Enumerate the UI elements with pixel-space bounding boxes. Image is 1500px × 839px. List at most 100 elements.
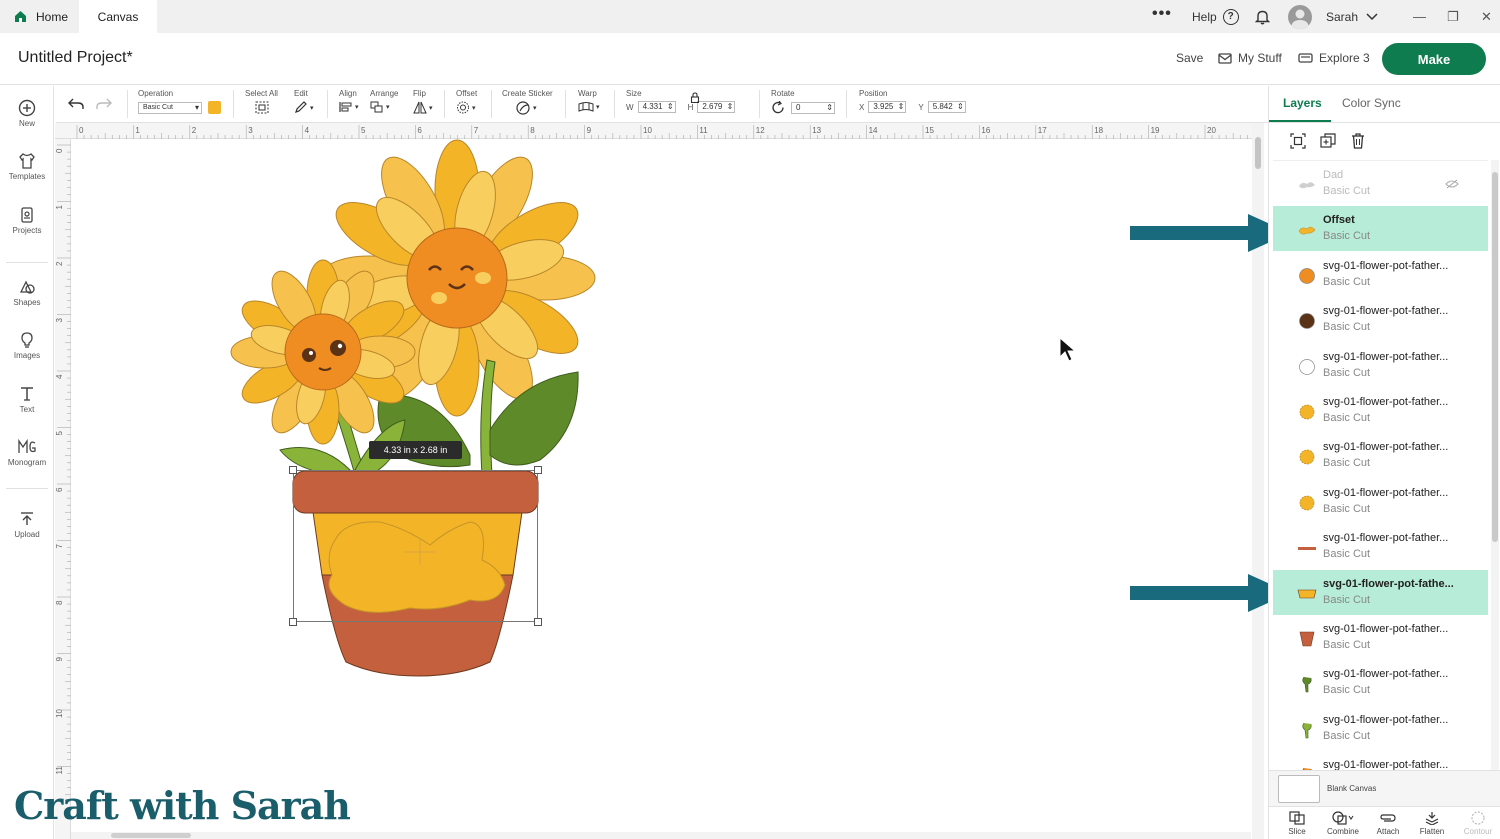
y-input[interactable]: 5.842: [927, 101, 966, 113]
notifications-button[interactable]: [1255, 0, 1270, 33]
layer-thumbnail-icon: [1299, 313, 1315, 329]
layer-row[interactable]: svg-01-flower-pot-father...Basic Cut: [1273, 524, 1488, 569]
sidebar-item-shapes[interactable]: Shapes: [0, 278, 54, 307]
ruler-tick-label: 5: [361, 126, 366, 135]
machine-select-button[interactable]: Explore 3: [1298, 51, 1370, 65]
flatten-button[interactable]: Flatten: [1410, 811, 1454, 836]
x-input[interactable]: 3.925: [868, 101, 907, 113]
duplicate-icon: [1320, 133, 1336, 148]
sidebar-item-upload[interactable]: Upload: [0, 510, 54, 539]
warp-button[interactable]: Warp ▾: [578, 89, 600, 113]
align-button[interactable]: Align ▾: [339, 89, 359, 113]
create-sticker-button[interactable]: Create Sticker ▾: [502, 89, 553, 115]
resize-handle-top-right[interactable]: [534, 466, 542, 474]
x-label: X: [859, 102, 865, 112]
height-input[interactable]: 2.679: [697, 101, 736, 113]
layer-row[interactable]: Dad Basic Cut: [1273, 161, 1488, 206]
duplicate-button[interactable]: [1313, 132, 1343, 150]
project-title[interactable]: Untitled Project*: [18, 49, 133, 67]
resize-handle-bottom-left[interactable]: [289, 618, 297, 626]
toolbar-divider: [444, 90, 445, 118]
tab-layers[interactable]: Layers: [1283, 96, 1322, 110]
sidebar-item-text[interactable]: Text: [0, 385, 54, 414]
ruler-tick-label: 4: [55, 374, 64, 379]
save-button[interactable]: Save: [1176, 51, 1203, 65]
tab-canvas[interactable]: Canvas: [79, 0, 157, 33]
position-label: Position: [859, 89, 888, 98]
width-input[interactable]: 4.331: [637, 101, 676, 113]
eye-hidden-icon[interactable]: [1445, 179, 1459, 189]
sidebar-item-monogram[interactable]: Monogram: [0, 438, 54, 467]
rotate-control: Rotate 0: [771, 89, 835, 114]
restore-button[interactable]: ❐: [1447, 0, 1459, 33]
layer-operation: Basic Cut: [1323, 548, 1371, 560]
layer-name: svg-01-flower-pot-father...: [1323, 305, 1449, 317]
lock-proportions-button[interactable]: [690, 90, 700, 108]
layer-thumbnail-icon: [1299, 449, 1315, 465]
resize-handle-bottom-right[interactable]: [534, 618, 542, 626]
canvas-horizontal-scrollbar[interactable]: [71, 832, 1251, 839]
layer-row[interactable]: svg-01-flower-pot-father...Basic Cut: [1273, 343, 1488, 388]
shapes-icon: [19, 280, 35, 294]
attach-button[interactable]: Attach: [1366, 811, 1410, 836]
close-window-button[interactable]: ✕: [1481, 0, 1492, 33]
combine-button[interactable]: Combine: [1321, 811, 1365, 836]
design-canvas[interactable]: 0 1 2 3 4 5 6 7 8 9 10 11 12 13 14 15 16 17 18 19 20 0123456…: [55, 123, 1267, 839]
layer-name: svg-01-flower-pot-father...: [1323, 260, 1449, 272]
layer-row[interactable]: svg-01-flower-pot-father...Basic Cut: [1273, 252, 1488, 297]
layer-row[interactable]: svg-01-flower-pot-father...Basic Cut: [1273, 297, 1488, 342]
layer-row[interactable]: svg-01-flower-pot-father...Basic Cut: [1273, 433, 1488, 478]
my-stuff-button[interactable]: My Stuff: [1218, 51, 1282, 65]
select-all-button[interactable]: Select All: [245, 89, 278, 114]
scroll-thumb[interactable]: [1492, 172, 1498, 542]
flip-button[interactable]: Flip ▾: [413, 89, 433, 114]
sidebar-item-projects[interactable]: Projects: [0, 206, 54, 235]
selection-bounding-box[interactable]: [289, 466, 542, 626]
sidebar-item-new[interactable]: New: [0, 99, 54, 128]
lightbulb-icon: [21, 332, 33, 348]
tab-home[interactable]: Home: [0, 0, 78, 33]
scroll-thumb[interactable]: [111, 833, 191, 838]
layer-row[interactable]: Offset Basic Cut: [1273, 206, 1488, 251]
layer-row[interactable]: svg-01-flower-pot-father...Basic Cut: [1273, 388, 1488, 433]
sidebar-item-templates[interactable]: Templates: [0, 152, 54, 181]
sidebar-item-images[interactable]: Images: [0, 331, 54, 360]
minimize-button[interactable]: —: [1413, 0, 1426, 33]
tab-color-sync[interactable]: Color Sync: [1342, 96, 1401, 110]
ruler-tick-label: 8: [55, 600, 64, 605]
y-label: Y: [918, 102, 924, 112]
slice-button[interactable]: Slice: [1275, 811, 1319, 836]
redo-button[interactable]: [96, 98, 112, 112]
make-button[interactable]: Make: [1382, 43, 1486, 75]
ruler-tick-label: 6: [417, 126, 422, 135]
delete-button[interactable]: [1343, 132, 1373, 150]
contour-button[interactable]: Contour: [1456, 811, 1500, 836]
operation-color-swatch[interactable]: [208, 101, 221, 114]
ruler-tick-label: 9: [587, 126, 592, 135]
resize-handle-top-left[interactable]: [289, 466, 297, 474]
help-button[interactable]: Help ?: [1192, 0, 1239, 33]
layer-row[interactable]: svg-01-flower-pot-father...Basic Cut: [1273, 479, 1488, 524]
user-menu[interactable]: Sarah: [1288, 0, 1378, 33]
sidebar-item-label: Shapes: [13, 298, 41, 307]
ruler-tick-label: 11: [699, 126, 708, 135]
group-button[interactable]: [1283, 132, 1313, 150]
layer-row[interactable]: svg-01-flower-pot-father...Basic Cut: [1273, 751, 1488, 770]
layer-row[interactable]: svg-01-flower-pot-father...Basic Cut: [1273, 660, 1488, 705]
offset-button[interactable]: Offset ▾: [456, 89, 477, 114]
edit-button[interactable]: Edit ▾: [294, 89, 314, 114]
rotate-input[interactable]: 0: [791, 101, 835, 114]
layer-row[interactable]: svg-01-flower-pot-father...Basic Cut: [1273, 706, 1488, 751]
layers-scrollbar[interactable]: [1491, 160, 1499, 770]
operation-select[interactable]: Basic Cut: [138, 101, 202, 114]
more-options-button[interactable]: •••: [1152, 0, 1172, 30]
scroll-thumb[interactable]: [1255, 137, 1261, 169]
layer-thumbnail-icon: [1299, 404, 1315, 420]
blank-canvas-row[interactable]: Blank Canvas: [1269, 770, 1500, 806]
undo-button[interactable]: [68, 98, 84, 112]
arrange-button[interactable]: Arrange ▾: [370, 89, 398, 113]
layer-row[interactable]: svg-01-flower-pot-fathe... Basic Cut: [1273, 570, 1488, 615]
ruler-tick-label: 0: [55, 148, 64, 153]
layer-row[interactable]: svg-01-flower-pot-father...Basic Cut: [1273, 615, 1488, 660]
ruler-tick-label: 14: [869, 126, 878, 135]
